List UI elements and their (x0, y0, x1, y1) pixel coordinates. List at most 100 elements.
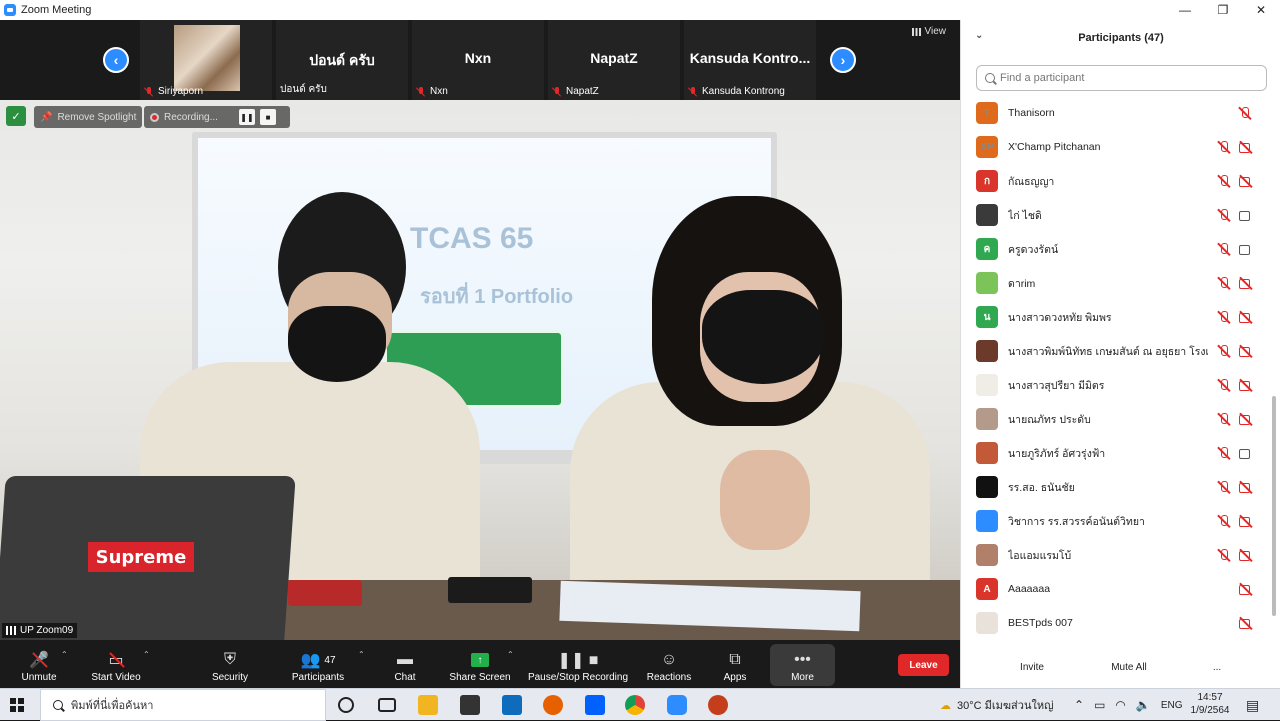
participant-row[interactable]: นายณภัทร ประดับ (961, 402, 1271, 436)
camera-off-icon[interactable] (1238, 344, 1254, 358)
next-page-icon[interactable]: › (830, 47, 856, 73)
start-video-button[interactable]: ▭ Start Video (86, 640, 146, 688)
more-options-button[interactable]: ... (1207, 656, 1227, 678)
pause-stop-recording-button[interactable]: ❚❚ ■ Pause/Stop Recording (526, 640, 630, 688)
stop-recording-icon[interactable]: ■ (260, 109, 276, 125)
camera-off-icon[interactable] (1238, 582, 1254, 596)
mic-muted-icon[interactable] (1217, 480, 1231, 494)
chrome-icon[interactable] (625, 695, 645, 715)
clock[interactable]: 14:57 1/9/2564 (1180, 691, 1240, 717)
mic-muted-icon[interactable] (1217, 344, 1231, 358)
view-button[interactable]: View (911, 26, 946, 37)
chat-button[interactable]: ▬ Chat (385, 640, 425, 688)
invite-button[interactable]: Invite (1011, 656, 1053, 678)
chevron-down-icon[interactable]: ⌄ (975, 30, 983, 41)
maximize-button[interactable]: ❐ (1204, 0, 1242, 20)
audio-options-caret-icon[interactable]: ⌃ (61, 650, 68, 659)
camera-off-icon[interactable] (1238, 174, 1254, 188)
camera-icon[interactable] (1238, 242, 1254, 256)
participant-row[interactable]: น นางสาวดวงหทัย พิมพร (961, 300, 1271, 334)
remove-spotlight-button[interactable]: 📌 Remove Spotlight (34, 106, 143, 128)
camera-off-icon[interactable] (1238, 514, 1254, 528)
participant-row[interactable]: ก กัณธญญา (961, 164, 1271, 198)
firefox-icon[interactable] (543, 695, 563, 715)
participant-thumb[interactable]: Siriyaporn (140, 20, 272, 100)
mic-muted-icon[interactable] (1217, 446, 1231, 460)
store-icon[interactable] (460, 695, 480, 715)
cortana-icon[interactable] (338, 697, 354, 713)
mic-muted-icon[interactable] (1217, 378, 1231, 392)
participant-row[interactable]: นายภูริภัทร์ อัศวรุ่งฟ้า (961, 436, 1271, 470)
zoom-taskbar-icon[interactable] (667, 695, 687, 715)
participant-row[interactable]: A Aaaaaaa (961, 572, 1271, 606)
camera-off-icon[interactable] (1238, 412, 1254, 426)
share-options-caret-icon[interactable]: ⌃ (507, 650, 514, 659)
powerpoint-icon[interactable] (708, 695, 728, 715)
volume-icon[interactable]: 🔈 (1136, 698, 1151, 712)
apps-button[interactable]: ⧉ Apps (715, 640, 755, 688)
participant-search-input[interactable]: Find a participant (976, 65, 1267, 91)
participant-row[interactable]: นางสาวพิมพ์นิทัทธ เกษมสันต์ ณ อยุธยา โรง… (961, 334, 1271, 368)
file-explorer-icon[interactable] (418, 695, 438, 715)
participant-row[interactable]: รร.สอ. ธนันชัย (961, 470, 1271, 504)
participant-thumb[interactable]: NapatZ NapatZ (548, 20, 680, 100)
notification-icon[interactable]: ▤ (1246, 689, 1259, 721)
panel-scrollbar[interactable] (1272, 396, 1276, 616)
camera-off-icon[interactable] (1238, 480, 1254, 494)
camera-off-icon[interactable] (1238, 616, 1254, 630)
prev-page-icon[interactable]: ‹ (103, 47, 129, 73)
dropbox-icon[interactable] (585, 695, 605, 715)
participant-thumb[interactable]: ปอนด์ ครับ ปอนด์ ครับ (276, 20, 408, 100)
leave-button[interactable]: Leave (898, 654, 949, 676)
mic-muted-icon[interactable] (1217, 140, 1231, 154)
participant-row[interactable]: ค ครูดวงรัตน์ (961, 232, 1271, 266)
pause-recording-icon[interactable]: ❚❚ (239, 109, 255, 125)
mic-muted-icon[interactable] (1217, 514, 1231, 528)
participant-row[interactable]: ดาrim (961, 266, 1271, 300)
close-button[interactable]: ✕ (1242, 0, 1280, 20)
mic-muted-icon[interactable] (1238, 106, 1252, 120)
participants-caret-icon[interactable]: ⌃ (358, 650, 365, 659)
participant-thumb[interactable]: Nxn Nxn (412, 20, 544, 100)
taskbar-search-input[interactable]: พิมพ์ที่นี่เพื่อค้นหา (40, 689, 326, 721)
participant-row[interactable]: T Thanisorn (961, 96, 1271, 130)
participant-row[interactable]: ไก่ ไชดิ (961, 198, 1271, 232)
mic-muted-icon[interactable] (1217, 310, 1231, 324)
mic-muted-icon[interactable] (1217, 242, 1231, 256)
camera-icon[interactable] (1238, 208, 1254, 222)
camera-off-icon[interactable] (1238, 378, 1254, 392)
camera-off-icon[interactable] (1238, 548, 1254, 562)
chevron-up-icon[interactable]: ⌃ (1074, 698, 1084, 712)
participant-row[interactable]: ไอแอมแรมโบ้ (961, 538, 1271, 572)
security-shield-icon[interactable] (6, 106, 26, 126)
weather-widget[interactable]: ☁ 30°C มีเมฆส่วนใหญ่ (940, 689, 1053, 721)
mic-muted-icon[interactable] (1217, 276, 1231, 290)
camera-icon[interactable] (1238, 446, 1254, 460)
task-view-icon[interactable] (378, 698, 396, 712)
video-options-caret-icon[interactable]: ⌃ (143, 650, 150, 659)
share-screen-button[interactable]: ↑ Share Screen (448, 640, 512, 688)
reactions-button[interactable]: ☺ Reactions (644, 640, 694, 688)
unmute-button[interactable]: 🎤 Unmute (14, 640, 64, 688)
mute-all-button[interactable]: Mute All (1101, 656, 1157, 678)
mic-muted-icon[interactable] (1217, 208, 1231, 222)
mic-muted-icon[interactable] (1217, 412, 1231, 426)
participants-button[interactable]: 👥 47 Participants (288, 640, 348, 688)
participant-row[interactable]: XP X'Champ Pitchanan (961, 130, 1271, 164)
wifi-icon[interactable]: ◠ (1115, 698, 1125, 712)
participant-row[interactable]: BESTpds 007 (961, 606, 1271, 640)
battery-icon[interactable]: ▭ (1094, 698, 1105, 712)
mail-icon[interactable] (502, 695, 522, 715)
mic-muted-icon[interactable] (1217, 548, 1231, 562)
camera-off-icon[interactable] (1238, 140, 1254, 154)
windows-start-icon[interactable] (10, 698, 24, 712)
minimize-button[interactable]: — (1166, 0, 1204, 20)
mic-muted-icon[interactable] (1217, 174, 1231, 188)
camera-off-icon[interactable] (1238, 276, 1254, 290)
participant-row[interactable]: นางสาวสุปรียา มีมิตร (961, 368, 1271, 402)
participant-row[interactable]: วิชาการ รร.สวรรค์อนันต์วิทยา (961, 504, 1271, 538)
participant-thumb[interactable]: Kansuda Kontro... Kansuda Kontrong (684, 20, 816, 100)
more-button-content[interactable]: ••• More (770, 640, 835, 688)
security-button[interactable]: ⛨ Security (205, 640, 255, 688)
camera-off-icon[interactable] (1238, 310, 1254, 324)
